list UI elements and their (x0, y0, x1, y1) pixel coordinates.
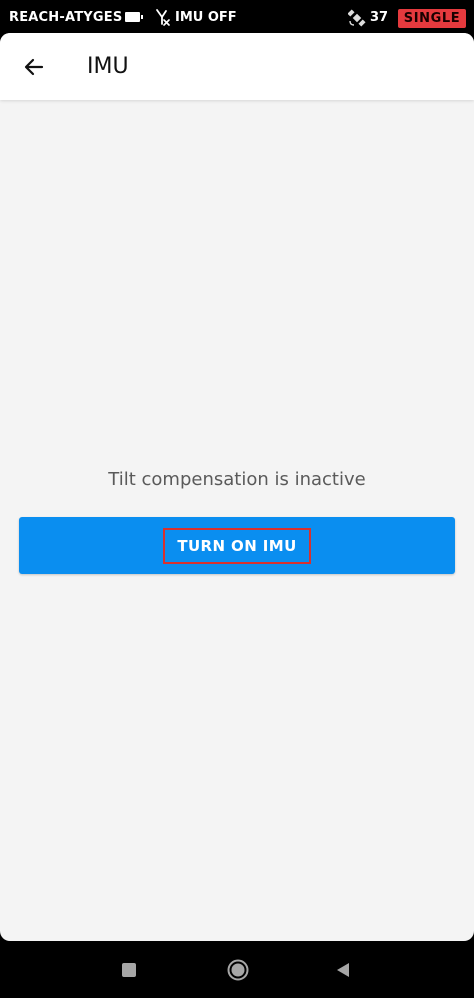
satellite-icon (348, 9, 366, 27)
imu-status: IMU OFF (175, 10, 237, 25)
tilt-status-message: Tilt compensation is inactive (108, 469, 366, 490)
triangle-back-icon[interactable] (334, 961, 352, 979)
device-name: REACH-ATYGES (9, 10, 123, 25)
imu-off-icon (156, 9, 170, 26)
arrow-left-icon (24, 58, 44, 76)
status-bar: REACH-ATYGES IMU OFF 37 SINGLE (0, 0, 474, 36)
app-bar: IMU (0, 33, 474, 100)
page-title: IMU (87, 54, 129, 79)
solution-status-badge: SINGLE (398, 9, 466, 28)
turn-on-imu-button[interactable]: TURN ON IMU (19, 517, 455, 574)
navigation-bar (0, 941, 474, 998)
app-card: IMU Tilt compensation is inactive TURN O… (0, 33, 474, 941)
satellite-count: 37 (370, 10, 389, 25)
turn-on-imu-label: TURN ON IMU (163, 527, 311, 564)
circle-icon[interactable] (227, 959, 249, 981)
square-icon[interactable] (122, 963, 136, 977)
screen: REACH-ATYGES IMU OFF 37 SINGLE IMU Tilt … (0, 0, 474, 998)
battery-icon (125, 12, 143, 22)
back-button[interactable] (14, 47, 54, 87)
